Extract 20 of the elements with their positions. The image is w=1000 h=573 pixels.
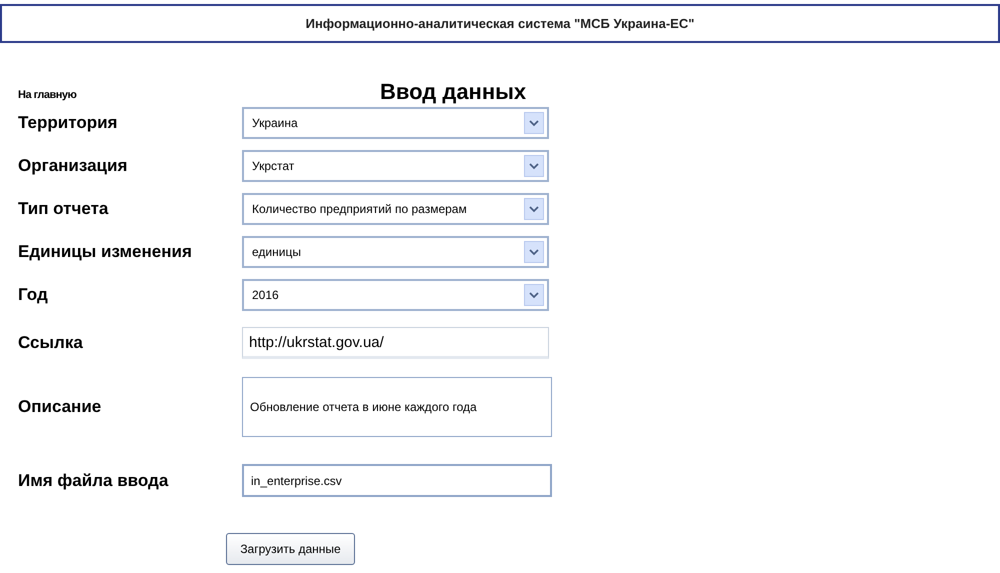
dropdown-field[interactable]: 2016 (242, 279, 549, 311)
dropdown-field[interactable]: единицы (242, 236, 549, 268)
page-title: Ввод данных (380, 81, 526, 103)
field-label: Организация (17, 155, 128, 178)
system-title: Информационно-аналитическая система "МСБ Украина-ЕС" (306, 14, 694, 33)
field-label: Год (17, 284, 49, 306)
link-field[interactable]: http://ukrstat.gov.ua/ (242, 327, 549, 359)
dropdown-field[interactable]: Количество предприятий по размерам (242, 193, 549, 225)
home-link[interactable]: На главную (18, 86, 380, 103)
description-field[interactable]: Обновление отчета в июне каждого года (242, 377, 552, 437)
field-label: Ссылка (17, 332, 84, 354)
field-label: Тип отчета (17, 198, 110, 220)
dropdown-field[interactable]: Укрстат (242, 150, 549, 182)
field-label: Имя файла ввода (17, 470, 170, 492)
field-label: Описание (17, 396, 102, 418)
field-label: Территория (17, 112, 118, 134)
dropdown-field[interactable]: Украина (242, 107, 549, 139)
field-label: Единицы изменения (17, 241, 193, 264)
file-name-field[interactable]: in_enterprise.csv (242, 464, 552, 497)
upload-button[interactable]: Загрузить данные (226, 533, 355, 565)
